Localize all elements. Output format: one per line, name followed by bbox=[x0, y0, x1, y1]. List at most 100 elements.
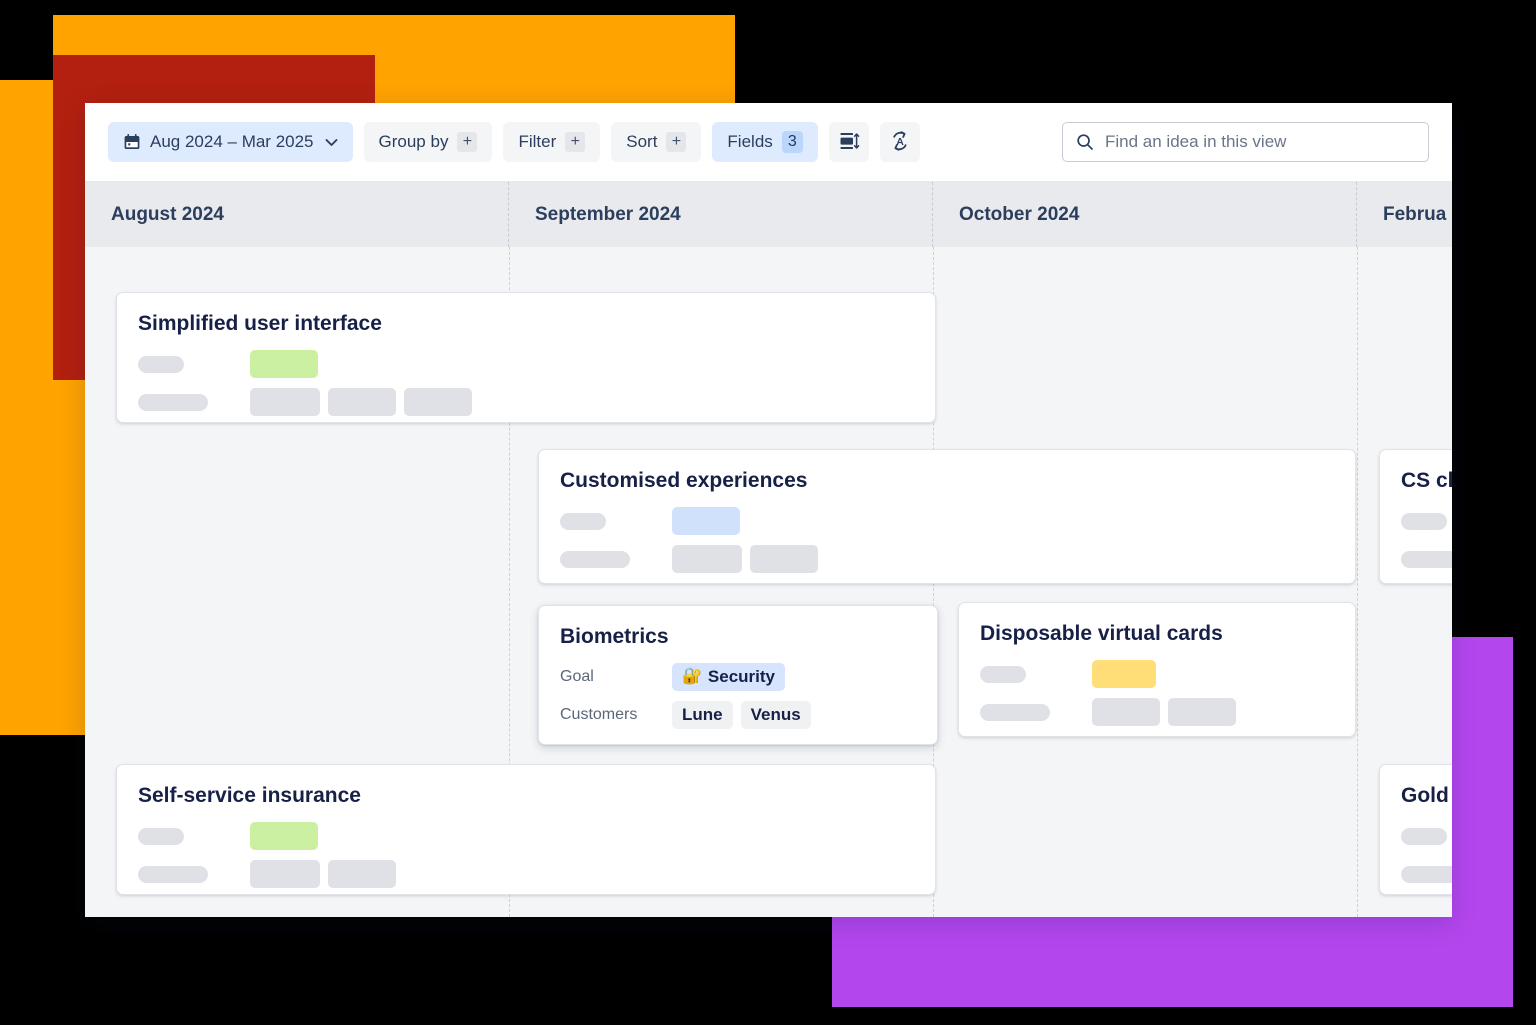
fields-count-badge: 3 bbox=[781, 131, 803, 153]
skeleton-value bbox=[328, 860, 396, 888]
card-field-row bbox=[138, 388, 914, 416]
card-title: Disposable virtual cards bbox=[980, 622, 1223, 645]
search-input[interactable] bbox=[1105, 132, 1415, 152]
skeleton-label bbox=[980, 665, 1026, 683]
add-filter-icon[interactable]: + bbox=[565, 132, 586, 152]
idea-card[interactable]: CS ch bbox=[1379, 449, 1452, 584]
field-value-chip[interactable]: Lune bbox=[672, 701, 733, 729]
app-window: Aug 2024 – Mar 2025 Group by + Filter + … bbox=[85, 103, 1452, 917]
skeleton-value bbox=[672, 507, 740, 535]
idea-card[interactable]: Self-service insurance bbox=[116, 764, 936, 895]
card-field-row bbox=[1401, 509, 1452, 533]
calendar-icon bbox=[123, 133, 141, 151]
card-title: Gold bbox=[1401, 784, 1449, 807]
field-value-chip[interactable]: 🔐 Security bbox=[672, 663, 786, 691]
chip-label: Lune bbox=[682, 705, 723, 724]
lock-key-icon: 🔐 bbox=[682, 668, 702, 685]
skeleton-label bbox=[560, 512, 606, 530]
card-field-label-placeholder bbox=[1401, 827, 1452, 845]
chip-label: Security bbox=[707, 667, 776, 686]
card-field-row bbox=[1401, 862, 1452, 886]
skeleton-label bbox=[1401, 865, 1452, 883]
skeleton-value bbox=[250, 860, 320, 888]
filter-button[interactable]: Filter + bbox=[503, 122, 601, 162]
toolbar: Aug 2024 – Mar 2025 Group by + Filter + … bbox=[85, 103, 1452, 181]
card-field-row bbox=[138, 822, 914, 850]
column-header-row: August 2024 September 2024 October 2024 Feb… bbox=[85, 182, 1452, 247]
field-value-chip[interactable]: Venus bbox=[740, 701, 811, 729]
skeleton-label bbox=[1401, 827, 1447, 845]
chevron-down-icon bbox=[325, 135, 338, 150]
cards-layer: Simplified user interface Customised expe… bbox=[85, 247, 1452, 917]
card-field-label-placeholder bbox=[1401, 865, 1452, 883]
card-field-label-placeholder bbox=[1401, 512, 1452, 530]
idea-card[interactable]: Biometrics Goal 🔐 Security Customers Lune Venu… bbox=[538, 605, 938, 745]
card-field-label-placeholder bbox=[560, 512, 672, 530]
date-range-button[interactable]: Aug 2024 – Mar 2025 bbox=[108, 122, 353, 162]
page-root: Aug 2024 – Mar 2025 Group by + Filter + … bbox=[0, 0, 1536, 1025]
card-field-label-placeholder bbox=[1401, 550, 1452, 568]
add-group-icon[interactable]: + bbox=[457, 132, 478, 152]
search-box[interactable] bbox=[1062, 122, 1429, 162]
add-sort-icon[interactable]: + bbox=[666, 132, 687, 152]
card-field-row: Customers Lune Venus bbox=[560, 701, 916, 729]
card-field-row bbox=[560, 507, 1334, 535]
card-field-label-placeholder bbox=[980, 703, 1092, 721]
card-title: Customised experiences bbox=[560, 469, 808, 492]
idea-card[interactable]: Customised experiences bbox=[538, 449, 1356, 584]
skeleton-label bbox=[560, 550, 630, 568]
fields-label: Fields bbox=[727, 132, 773, 151]
card-field-label-placeholder bbox=[560, 550, 672, 568]
card-field-values: 🔐 Security bbox=[672, 663, 786, 691]
card-field-label-placeholder bbox=[980, 665, 1092, 683]
card-title: CS ch bbox=[1401, 469, 1452, 492]
group-by-label: Group by bbox=[378, 132, 449, 151]
column-header-4: Februa bbox=[1357, 182, 1452, 247]
card-field-label-placeholder bbox=[138, 827, 250, 845]
card-field-values bbox=[250, 350, 318, 378]
skeleton-label bbox=[138, 355, 184, 373]
row-height-button[interactable] bbox=[828, 122, 869, 162]
column-header-label: October 2024 bbox=[959, 203, 1080, 225]
skeleton-value bbox=[750, 545, 818, 573]
sort-button[interactable]: Sort + bbox=[611, 122, 702, 162]
skeleton-label bbox=[1401, 512, 1447, 530]
chip-label: Venus bbox=[750, 705, 801, 724]
column-header-label: September 2024 bbox=[535, 203, 681, 225]
idea-card[interactable]: Simplified user interface bbox=[116, 292, 936, 423]
card-title: Self-service insurance bbox=[138, 784, 361, 807]
card-field-values bbox=[250, 860, 396, 888]
fields-button[interactable]: Fields 3 bbox=[712, 122, 818, 162]
card-field-row bbox=[560, 545, 1334, 573]
auto-translate-button[interactable]: A bbox=[879, 122, 920, 162]
card-field-row bbox=[980, 698, 1334, 726]
filter-label: Filter bbox=[518, 132, 557, 151]
skeleton-value bbox=[1092, 698, 1160, 726]
card-title: Biometrics bbox=[560, 625, 669, 648]
card-field-values bbox=[672, 545, 818, 573]
group-by-button[interactable]: Group by + bbox=[363, 122, 493, 162]
card-field-row: Goal 🔐 Security bbox=[560, 663, 916, 691]
skeleton-value bbox=[250, 822, 318, 850]
skeleton-value bbox=[404, 388, 472, 416]
card-field-label-placeholder bbox=[138, 865, 250, 883]
card-field-row bbox=[1401, 547, 1452, 571]
card-field-values: Lune Venus bbox=[672, 701, 811, 729]
card-field-label: Goal bbox=[560, 668, 594, 685]
idea-card[interactable]: Gold bbox=[1379, 764, 1452, 895]
skeleton-value bbox=[1168, 698, 1236, 726]
idea-card[interactable]: Disposable virtual cards bbox=[958, 602, 1356, 737]
skeleton-label bbox=[138, 393, 208, 411]
card-field-values bbox=[250, 388, 472, 416]
card-field-row bbox=[138, 860, 914, 888]
card-field-values bbox=[1092, 660, 1156, 688]
skeleton-value bbox=[328, 388, 396, 416]
card-field-label-placeholder bbox=[138, 355, 250, 373]
skeleton-value bbox=[1092, 660, 1156, 688]
skeleton-label bbox=[980, 703, 1050, 721]
skeleton-label bbox=[138, 827, 184, 845]
date-range-label: Aug 2024 – Mar 2025 bbox=[150, 132, 314, 151]
card-field-values bbox=[672, 507, 740, 535]
column-header-1: August 2024 bbox=[85, 182, 509, 247]
skeleton-value bbox=[672, 545, 742, 573]
